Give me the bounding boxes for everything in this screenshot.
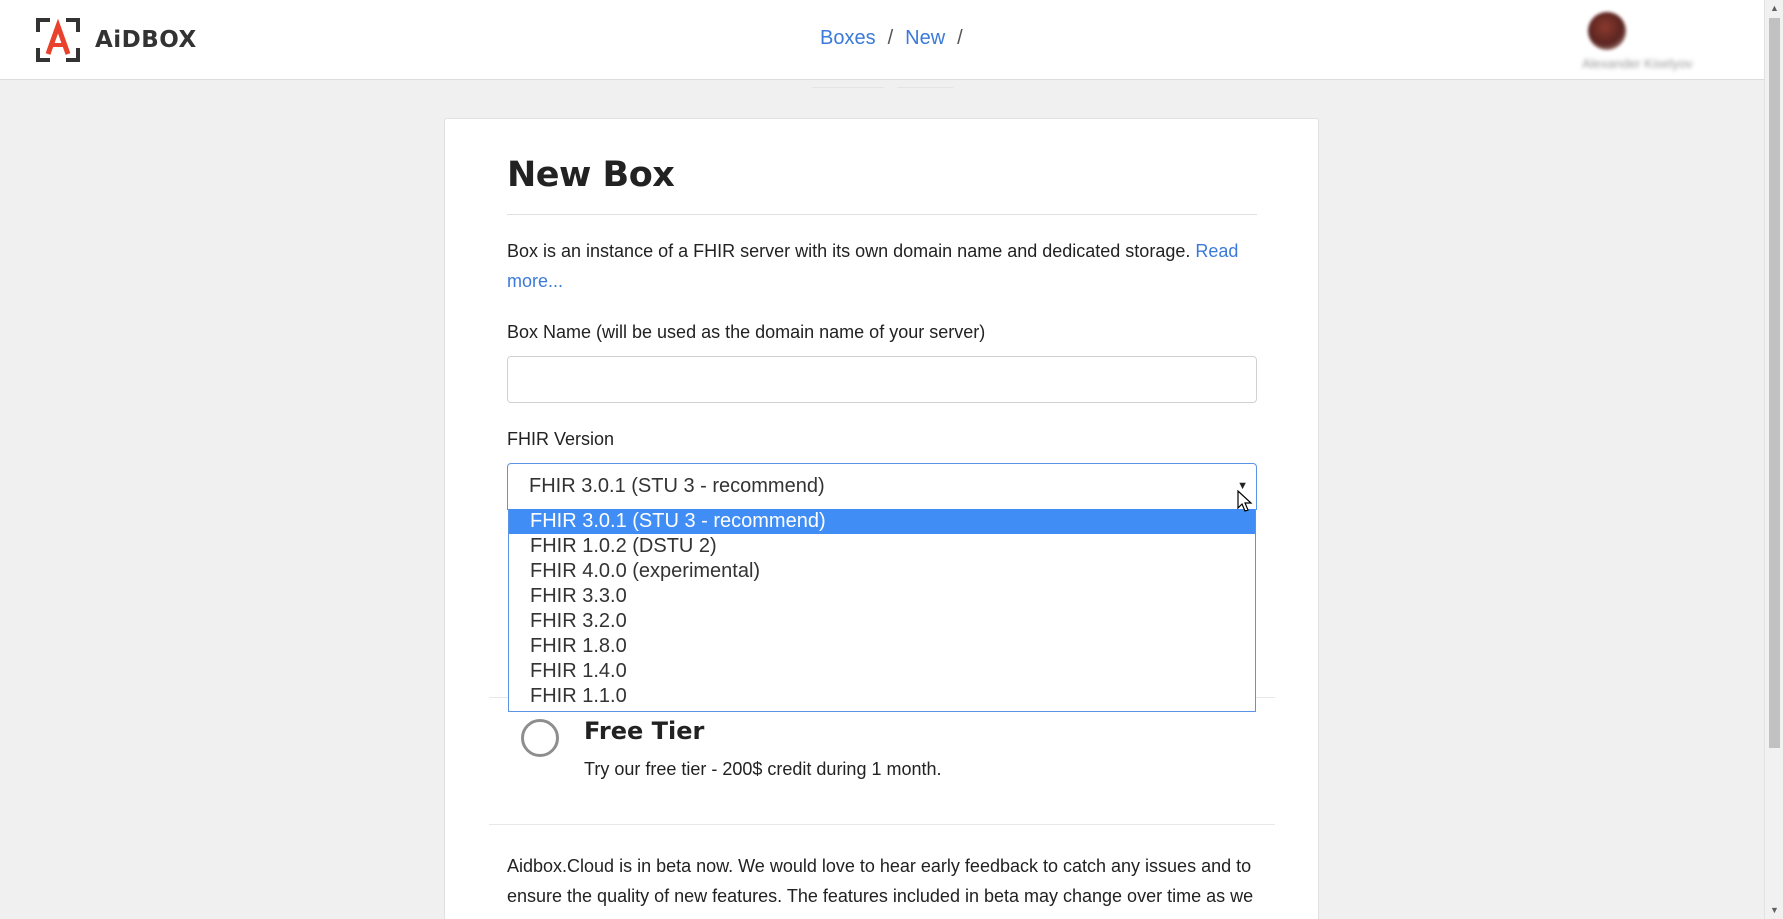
divider bbox=[489, 824, 1275, 825]
breadcrumb-new[interactable]: New bbox=[897, 27, 954, 88]
box-name-input[interactable] bbox=[507, 356, 1257, 403]
aidbox-logo-icon bbox=[36, 18, 80, 62]
box-name-label: Box Name (will be used as the domain nam… bbox=[507, 322, 986, 342]
breadcrumb-boxes[interactable]: Boxes bbox=[812, 27, 884, 88]
breadcrumb-separator: / bbox=[887, 27, 894, 49]
intro-text: Box is an instance of a FHIR server with… bbox=[507, 236, 1257, 296]
aidbox-logo[interactable]: AiDBOX bbox=[36, 18, 197, 62]
vertical-scrollbar[interactable]: ▲ ▼ bbox=[1764, 0, 1783, 919]
fhir-version-select[interactable]: FHIR 3.0.1 (STU 3 - recommend) ▼ bbox=[507, 463, 1257, 510]
fhir-option[interactable]: FHIR 3.0.1 (STU 3 - recommend) bbox=[509, 509, 1255, 534]
scroll-down-icon[interactable]: ▼ bbox=[1765, 902, 1783, 919]
scrollbar-thumb[interactable] bbox=[1769, 18, 1780, 748]
fhir-option[interactable]: FHIR 3.2.0 bbox=[509, 609, 1255, 634]
user-menu[interactable]: Alexander Kiselyov bbox=[1548, 8, 1733, 78]
fhir-version-dropdown[interactable]: FHIR 3.0.1 (STU 3 - recommend) FHIR 1.0.… bbox=[508, 509, 1256, 712]
fhir-version-label: FHIR Version bbox=[507, 429, 615, 449]
intro-description: Box is an instance of a FHIR server with… bbox=[507, 241, 1191, 261]
fhir-option[interactable]: FHIR 1.1.0 bbox=[509, 684, 1255, 709]
free-tier-radio[interactable] bbox=[521, 719, 559, 757]
fhir-option[interactable]: FHIR 1.8.0 bbox=[509, 634, 1255, 659]
free-tier-description: Try our free tier - 200$ credit during 1… bbox=[584, 759, 942, 779]
fhir-option[interactable]: FHIR 4.0.0 (experimental) bbox=[509, 559, 1255, 584]
divider bbox=[507, 214, 1257, 215]
beta-notice: Aidbox.Cloud is in beta now. We would lo… bbox=[507, 856, 1254, 906]
page-title: New Box bbox=[507, 155, 675, 195]
top-navbar: AiDBOX Boxes / New / Alexander Kiselyov bbox=[0, 0, 1764, 88]
breadcrumb: Boxes / New / bbox=[812, 27, 975, 88]
fhir-selected-value: FHIR 3.0.1 (STU 3 - recommend) bbox=[529, 475, 825, 497]
scroll-up-icon[interactable]: ▲ bbox=[1765, 0, 1783, 17]
breadcrumb-separator: / bbox=[957, 27, 963, 49]
fhir-option[interactable]: FHIR 1.0.2 (DSTU 2) bbox=[509, 534, 1255, 559]
avatar[interactable] bbox=[1588, 12, 1626, 50]
logo-text: AiDBOX bbox=[95, 27, 197, 53]
fhir-option[interactable]: FHIR 3.3.0 bbox=[509, 584, 1255, 609]
fhir-option[interactable]: FHIR 1.4.0 bbox=[509, 659, 1255, 684]
user-name: Alexander Kiselyov bbox=[1582, 56, 1693, 71]
cursor-icon bbox=[1237, 489, 1253, 519]
free-tier-title: Free Tier bbox=[584, 717, 705, 745]
